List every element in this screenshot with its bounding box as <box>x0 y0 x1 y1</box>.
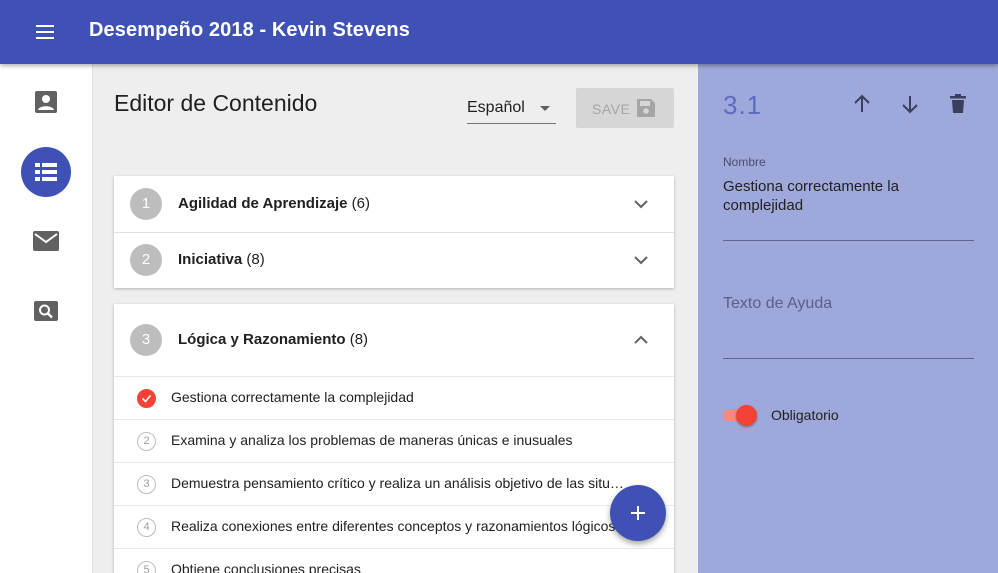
section-label: Iniciativa (8) <box>178 251 265 268</box>
arrow-up-icon[interactable] <box>850 92 874 116</box>
section-row[interactable]: 2 Iniciativa (8) <box>114 232 674 288</box>
search-icon <box>34 301 58 321</box>
list-item[interactable]: 2 Examina y analiza los problemas de man… <box>114 419 674 462</box>
list-icon <box>35 163 57 181</box>
app-title: Desempeño 2018 - Kevin Stevens <box>89 19 410 41</box>
section-label: Agilidad de Aprendizaje (6) <box>178 195 370 212</box>
item-text: Obtiene conclusiones precisas <box>171 561 361 573</box>
section-row[interactable]: 1 Agilidad de Aprendizaje (6) <box>114 176 674 232</box>
page-title: Editor de Contenido <box>114 90 318 116</box>
name-field[interactable]: Gestiona correctamente la complejidad <box>723 177 953 215</box>
item-number-heading: 3.1 <box>723 90 763 120</box>
item-detail-panel: 3.1 Nombre Gestiona correctamente la com… <box>698 64 998 573</box>
list-item[interactable]: 4 Realiza conexiones entre diferentes co… <box>114 505 674 548</box>
chevron-up-icon[interactable] <box>634 333 648 347</box>
item-text: Demuestra pensamiento crítico y realiza … <box>171 475 631 491</box>
item-number: 3 <box>137 475 156 494</box>
save-button[interactable]: SAVE <box>576 88 674 128</box>
item-text: Realiza conexiones entre diferentes conc… <box>171 518 616 534</box>
chevron-down-icon[interactable] <box>634 197 648 211</box>
item-number: 2 <box>137 432 156 451</box>
trash-icon[interactable] <box>946 92 970 116</box>
check-icon <box>137 389 156 408</box>
add-button[interactable] <box>610 485 666 541</box>
chevron-down-icon <box>540 106 550 111</box>
language-value: Español <box>467 99 525 116</box>
person-badge-icon <box>35 91 57 113</box>
rail-item-search[interactable] <box>22 287 70 335</box>
help-field-underline <box>723 358 974 359</box>
nav-rail <box>0 64 93 573</box>
rail-item-profile[interactable] <box>22 78 70 126</box>
list-item[interactable]: 5 Obtiene conclusiones precisas <box>114 548 674 573</box>
item-text: Gestiona correctamente la complejidad <box>171 389 414 405</box>
list-item[interactable]: 3 Demuestra pensamiento crítico y realiz… <box>114 462 674 505</box>
section-row[interactable]: 3 Lógica y Razonamiento (8) <box>114 304 674 376</box>
menu-icon[interactable] <box>26 20 62 44</box>
chevron-down-icon[interactable] <box>634 253 648 267</box>
section-number: 1 <box>130 188 162 220</box>
mail-icon <box>33 231 59 251</box>
rail-item-content[interactable] <box>21 147 71 197</box>
name-field-underline <box>723 240 974 241</box>
language-select[interactable]: Español <box>467 94 556 124</box>
floppy-disk-icon <box>637 99 655 117</box>
app-bar: Desempeño 2018 - Kevin Stevens <box>0 0 998 64</box>
sections-card: 1 Agilidad de Aprendizaje (6) 2 Iniciati… <box>114 176 674 288</box>
list-item[interactable]: Gestiona correctamente la complejidad <box>114 376 674 419</box>
rail-item-mail[interactable] <box>22 217 70 265</box>
item-text: Examina y analiza los problemas de maner… <box>171 432 573 448</box>
required-toggle[interactable] <box>723 405 757 426</box>
item-number: 5 <box>137 561 156 573</box>
section-number: 3 <box>130 324 162 356</box>
section-label: Lógica y Razonamiento (8) <box>178 331 369 348</box>
help-text-field[interactable]: Texto de Ayuda <box>723 295 832 313</box>
arrow-down-icon[interactable] <box>898 92 922 116</box>
item-number: 4 <box>137 518 156 537</box>
save-label: SAVE <box>592 101 631 117</box>
section-number: 2 <box>130 244 162 276</box>
name-field-label: Nombre <box>723 155 766 169</box>
section-card-expanded: 3 Lógica y Razonamiento (8) Gestiona cor… <box>114 304 674 573</box>
required-label: Obligatorio <box>771 407 839 423</box>
